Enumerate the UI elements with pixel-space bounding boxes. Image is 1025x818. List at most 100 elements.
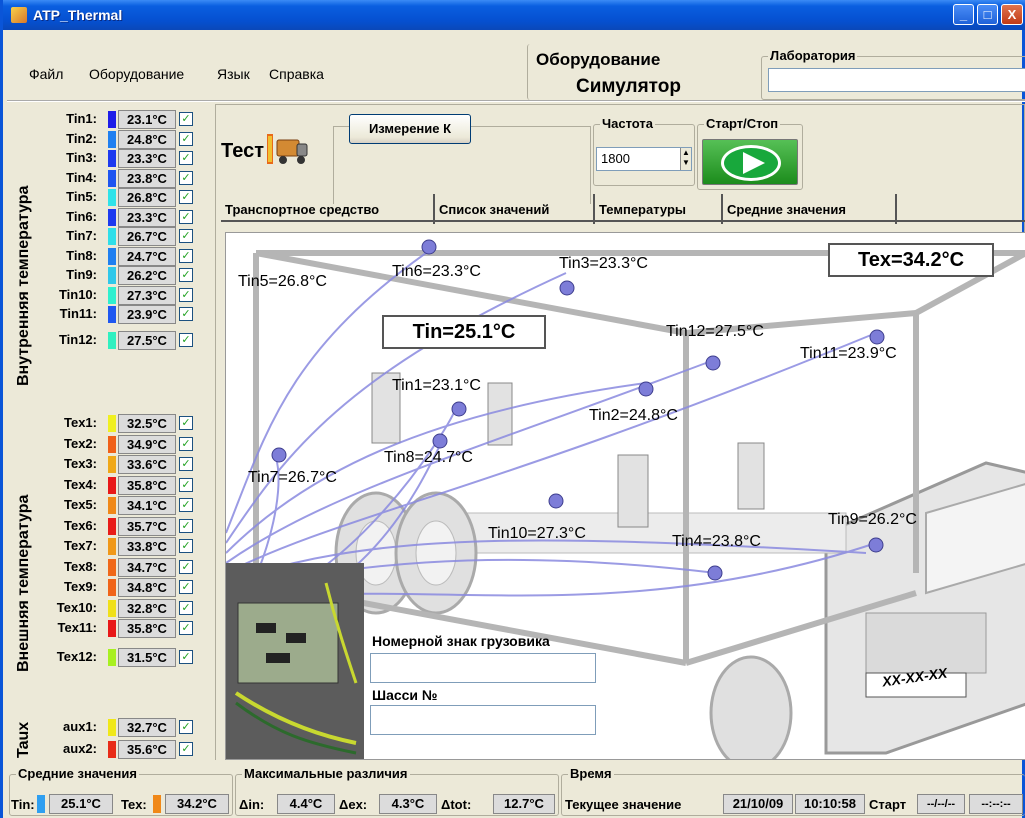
sensor-checkbox[interactable]: ✓ xyxy=(179,436,193,451)
sensor-color-bar xyxy=(108,415,116,432)
sensor-name: Tex9: xyxy=(64,579,97,594)
maxdiff-label: Максимальные различия xyxy=(242,766,410,781)
sensor-checkbox[interactable]: ✓ xyxy=(179,649,193,664)
sensor-checkbox[interactable]: ✓ xyxy=(179,457,193,471)
sensor-value: 34.7°C xyxy=(118,557,176,577)
sensor-color-bar xyxy=(108,558,116,576)
sensor-value: 23.3°C xyxy=(118,149,176,168)
tex-status-value: 34.2°C xyxy=(165,794,229,814)
sensor-color-bar xyxy=(108,517,116,535)
tab-averages[interactable]: Средние значения xyxy=(723,194,897,224)
time-label: Время xyxy=(568,766,614,781)
equipment-group: Оборудование Симулятор xyxy=(527,44,757,100)
sensor-label: Tin12=27.5°C xyxy=(666,323,764,340)
sensor-checkbox[interactable]: ✓ xyxy=(179,539,193,553)
menu-language[interactable]: Язык xyxy=(217,66,250,82)
sensor-value: 23.8°C xyxy=(118,168,176,188)
sensor-checkbox[interactable]: ✓ xyxy=(179,151,193,165)
sensor-name: aux2: xyxy=(63,741,97,756)
sensor-color-bar xyxy=(108,620,116,637)
sensor-checkbox[interactable]: ✓ xyxy=(179,248,193,263)
dtot-value: 12.7°C xyxy=(493,794,555,814)
sensor-checkbox[interactable]: ✓ xyxy=(179,287,193,302)
sensor-checkbox[interactable]: ✓ xyxy=(179,416,193,430)
sensor-row: Tin3: 23.3°C ✓ xyxy=(59,149,199,168)
sensor-checkbox[interactable]: ✓ xyxy=(179,477,193,492)
sensor-checkbox[interactable]: ✓ xyxy=(179,559,193,574)
sensor-label: Tin11=23.9°C xyxy=(800,345,897,362)
sensor-checkbox[interactable]: ✓ xyxy=(179,621,193,635)
vehicle-scene: Tin5=26.8°C Tin6=23.3°C Tin3=23.3°C Tin1… xyxy=(225,232,1025,760)
menu-file[interactable]: Файл xyxy=(29,66,63,82)
sensor-color-bar xyxy=(108,497,116,514)
sensor-checkbox[interactable]: ✓ xyxy=(179,307,193,321)
menu-help[interactable]: Справка xyxy=(269,66,324,82)
tab-value-list[interactable]: Список значений xyxy=(435,194,595,224)
frequency-spinner[interactable]: ▲ ▼ xyxy=(680,148,691,170)
test-label: Тест xyxy=(221,140,264,162)
sensor-checkbox[interactable]: ✓ xyxy=(179,112,193,126)
tex-status-color xyxy=(153,795,161,813)
sensor-name: Tin2: xyxy=(66,130,97,146)
toolbar-separator xyxy=(7,100,1025,102)
tab-vehicle[interactable]: Транспортное средство xyxy=(221,194,435,224)
sensor-label: Tin5=26.8°C xyxy=(238,273,327,290)
sensor-row: Tin11: 23.9°C ✓ xyxy=(59,305,199,324)
lab-input[interactable] xyxy=(768,68,1025,92)
sensor-label: Tin2=24.8°C xyxy=(589,407,678,424)
sensor-row: Tex3: 33.6°C ✓ xyxy=(59,455,199,474)
measure-k-button[interactable]: Измерение К xyxy=(349,114,471,144)
sensor-color-bar xyxy=(108,538,116,555)
sensor-value: 35.8°C xyxy=(118,619,176,638)
minimize-button[interactable]: _ xyxy=(953,4,974,25)
sensor-label: Tin7=26.7°C xyxy=(248,469,337,486)
sensor-label: Tin6=23.3°C xyxy=(392,263,481,280)
plate-input[interactable] xyxy=(370,653,596,683)
tab-temperatures[interactable]: Температуры xyxy=(595,194,723,224)
sensor-value: 23.1°C xyxy=(118,110,176,129)
sensor-row: Tin10: 27.3°C ✓ xyxy=(59,285,199,305)
chassis-input[interactable] xyxy=(370,705,596,735)
sensor-checkbox[interactable]: ✓ xyxy=(179,268,193,282)
sensor-row: Tin9: 26.2°C ✓ xyxy=(59,266,199,285)
sensor-color-bar xyxy=(108,456,116,473)
frequency-input[interactable]: 1800 xyxy=(596,147,692,171)
sensor-checkbox[interactable]: ✓ xyxy=(179,600,193,615)
sensor-checkbox[interactable]: ✓ xyxy=(179,229,193,243)
sensor-value: 32.5°C xyxy=(118,414,176,433)
tin-average-box: Tin=25.1°C xyxy=(382,315,546,349)
sensor-checkbox[interactable]: ✓ xyxy=(179,209,193,224)
startstop-group: Старт/Стоп xyxy=(697,116,803,190)
sensor-checkbox[interactable]: ✓ xyxy=(179,190,193,204)
sensor-checkbox[interactable]: ✓ xyxy=(179,720,193,734)
sensor-row: Tex7: 33.8°C ✓ xyxy=(59,537,199,556)
sensor-row: Tex11: 35.8°C ✓ xyxy=(57,619,199,638)
sensor-color-bar xyxy=(108,267,116,284)
sensor-checkbox[interactable]: ✓ xyxy=(179,580,193,594)
sensor-label: Tin1=23.1°C xyxy=(392,377,481,394)
sensor-checkbox[interactable]: ✓ xyxy=(179,498,193,512)
close-button[interactable]: X xyxy=(1001,4,1023,25)
main-window: ATP_Thermal _ □ X Файл Оборудование Язык… xyxy=(0,0,1025,818)
sensor-checkbox[interactable]: ✓ xyxy=(179,131,193,146)
sensor-name: Tin10: xyxy=(58,286,97,302)
maximize-button[interactable]: □ xyxy=(977,4,998,25)
sensor-name: Tex3: xyxy=(64,456,97,471)
sensor-color-bar xyxy=(108,719,116,736)
app-icon xyxy=(11,7,27,23)
plate-label: Номерной знак грузовика xyxy=(372,633,550,649)
sensor-checkbox[interactable]: ✓ xyxy=(179,742,193,756)
sensor-checkbox[interactable]: ✓ xyxy=(179,170,193,185)
din-value: 4.4°C xyxy=(277,794,335,814)
sensor-checkbox[interactable]: ✓ xyxy=(179,518,193,533)
sensor-name: Tin12: xyxy=(58,331,97,347)
tex-average-box: Tex=34.2°C xyxy=(828,243,994,277)
startstop-button[interactable] xyxy=(702,139,798,185)
menu-equipment[interactable]: Оборудование xyxy=(89,66,184,82)
sensor-value: 31.5°C xyxy=(118,647,176,667)
sensor-checkbox[interactable]: ✓ xyxy=(179,332,193,347)
current-time-label: Текущее значение xyxy=(565,797,682,812)
sensor-value: 24.7°C xyxy=(118,246,176,266)
sensor-label: Tin9=26.2°C xyxy=(828,511,917,528)
sensor-value: 34.8°C xyxy=(118,578,176,597)
